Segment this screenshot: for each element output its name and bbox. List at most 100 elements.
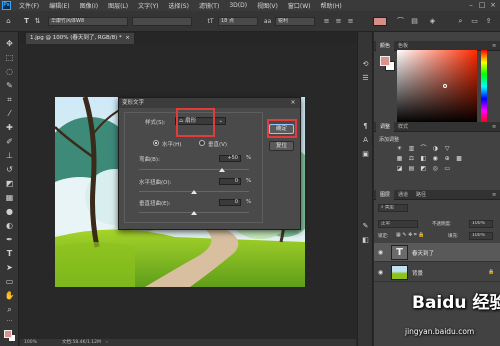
- character-icon[interactable]: A: [361, 136, 370, 145]
- tab-paths[interactable]: 路径: [412, 190, 430, 200]
- opacity-field[interactable]: 100%: [469, 220, 493, 228]
- bend-value-field[interactable]: +50: [219, 155, 241, 162]
- invert-icon[interactable]: ◪: [395, 165, 404, 172]
- dialog-title-bar[interactable]: 变形文字: [119, 98, 300, 108]
- text-orientation-icon[interactable]: ⇅: [33, 17, 42, 26]
- dialog-close-icon[interactable]: ×: [289, 99, 297, 107]
- share-icon[interactable]: ⇪: [484, 17, 493, 26]
- blur-tool-icon[interactable]: ●: [4, 206, 15, 217]
- layer-row-text[interactable]: ◉ T 春天到了: [374, 243, 500, 262]
- tab-styles[interactable]: 样式: [394, 122, 412, 132]
- hue-slider[interactable]: [481, 50, 487, 123]
- align-center-icon[interactable]: ≡: [334, 17, 343, 26]
- color-lookup-icon[interactable]: ▩: [455, 155, 464, 162]
- tab-color[interactable]: 颜色: [376, 41, 395, 51]
- menu-type[interactable]: 文字(Y): [133, 1, 163, 10]
- gradient-tool-icon[interactable]: ▦: [4, 192, 15, 203]
- eyedropper-tool-icon[interactable]: ⁄: [4, 108, 15, 119]
- minimize-icon[interactable]: –: [466, 1, 476, 10]
- type-tool-icon[interactable]: T: [22, 17, 31, 26]
- history-icon[interactable]: ⟲: [361, 60, 370, 69]
- menu-view[interactable]: 视图(V): [252, 1, 283, 10]
- bend-slider[interactable]: [139, 169, 249, 170]
- shape-tool-icon[interactable]: ▭: [4, 276, 15, 287]
- font-size-select[interactable]: 18 点: [218, 17, 258, 26]
- vertical-distortion-field[interactable]: 0: [219, 199, 241, 206]
- crop-tool-icon[interactable]: ⌗: [4, 94, 15, 105]
- move-tool-icon[interactable]: ✥: [4, 38, 15, 49]
- layer-name[interactable]: 背景: [412, 269, 423, 277]
- channel-mixer-icon[interactable]: ⊕: [443, 155, 452, 162]
- marquee-tool-icon[interactable]: ⬚: [4, 52, 15, 63]
- anti-alias-select[interactable]: 锐利: [275, 17, 315, 26]
- menu-select[interactable]: 选择(S): [163, 1, 194, 10]
- vibrance-icon[interactable]: ▽: [443, 145, 452, 152]
- menu-edit[interactable]: 编辑(E): [44, 1, 74, 10]
- adjustments-menu-icon[interactable]: ≡: [488, 122, 500, 132]
- vertical-distortion-handle[interactable]: [191, 211, 197, 215]
- gradient-map-icon[interactable]: ▭: [443, 165, 452, 172]
- hand-tool-icon[interactable]: ✋: [4, 290, 15, 301]
- eraser-tool-icon[interactable]: ◩: [4, 178, 15, 189]
- layer-name[interactable]: 春天到了: [412, 249, 434, 257]
- brush-tool-icon[interactable]: ✐: [4, 136, 15, 147]
- home-icon[interactable]: ⌂: [4, 17, 13, 26]
- hue-saturation-icon[interactable]: ▦: [395, 155, 404, 162]
- paragraph-icon[interactable]: ¶: [361, 122, 370, 131]
- blend-mode-select[interactable]: 正常: [378, 220, 418, 228]
- brush-settings-icon[interactable]: ✎: [361, 222, 370, 231]
- horizontal-distortion-handle[interactable]: [191, 190, 197, 194]
- maximize-icon[interactable]: □: [477, 1, 487, 10]
- color-field[interactable]: [397, 50, 477, 123]
- bend-slider-handle[interactable]: [218, 168, 225, 172]
- visibility-eye-icon[interactable]: ◉: [377, 249, 384, 256]
- warp-text-icon[interactable]: ⌒: [396, 17, 405, 26]
- visibility-eye-icon[interactable]: ◉: [377, 269, 384, 276]
- menu-layer[interactable]: 图层(L): [103, 1, 133, 10]
- document-tab[interactable]: 1.jpg @ 100% (春天到了, RGB/8) * ×: [26, 33, 134, 44]
- menu-3d[interactable]: 3D(D): [224, 2, 252, 9]
- photo-filter-icon[interactable]: ◉: [431, 155, 440, 162]
- swatch-icon[interactable]: ◧: [361, 236, 370, 245]
- type-tool-icon-left[interactable]: T: [4, 248, 15, 259]
- align-right-icon[interactable]: ≡: [346, 17, 355, 26]
- layer-kind-filter[interactable]: ⌕ 类型: [378, 204, 408, 212]
- black-white-icon[interactable]: ◧: [419, 155, 428, 162]
- align-left-icon[interactable]: ≡: [322, 17, 331, 26]
- brightness-icon[interactable]: ☀: [395, 145, 404, 152]
- menu-file[interactable]: 文件(F): [14, 1, 44, 10]
- history-brush-tool-icon[interactable]: ↺: [4, 164, 15, 175]
- posterize-icon[interactable]: ▤: [407, 165, 416, 172]
- color-fg-swatch[interactable]: [380, 56, 390, 66]
- color-picker-marker[interactable]: [443, 84, 447, 88]
- reset-button[interactable]: 复位: [269, 141, 294, 151]
- zoom-level[interactable]: 100%: [24, 339, 37, 346]
- vertical-radio[interactable]: [199, 140, 205, 146]
- font-family-select[interactable]: 华康竹风体W8: [48, 17, 128, 26]
- libraries-icon[interactable]: ▣: [361, 150, 370, 159]
- color-balance-icon[interactable]: ⚖: [407, 155, 416, 162]
- path-select-tool-icon[interactable]: ➤: [4, 262, 15, 273]
- levels-icon[interactable]: ▥: [407, 145, 416, 152]
- threshold-icon[interactable]: ◩: [419, 165, 428, 172]
- selective-color-icon[interactable]: ◎: [431, 165, 440, 172]
- pen-tool-icon[interactable]: ✒: [4, 234, 15, 245]
- lasso-tool-icon[interactable]: ◌: [4, 66, 15, 77]
- horizontal-distortion-field[interactable]: 0: [219, 178, 241, 185]
- healing-brush-tool-icon[interactable]: ✚: [4, 122, 15, 133]
- layers-menu-icon[interactable]: ≡: [488, 190, 500, 200]
- panel-menu-icon[interactable]: ≡: [488, 41, 500, 51]
- text-color-swatch[interactable]: [373, 17, 387, 26]
- lock-icons[interactable]: ▦ ✎ ✥ ⌗ 🔒: [396, 232, 425, 238]
- menu-filter[interactable]: 滤镜(T): [194, 1, 224, 10]
- tab-channels[interactable]: 通道: [394, 190, 412, 200]
- exposure-icon[interactable]: ◑: [431, 145, 440, 152]
- fill-field[interactable]: 100%: [469, 232, 493, 240]
- tab-layers[interactable]: 图层: [376, 190, 395, 200]
- horizontal-radio[interactable]: [153, 140, 159, 146]
- close-tab-icon[interactable]: ×: [123, 35, 130, 41]
- status-arrow-icon[interactable]: ›: [106, 339, 108, 346]
- workspace-icon[interactable]: ▭: [470, 17, 479, 26]
- menu-image[interactable]: 图像(I): [75, 1, 103, 10]
- properties-icon[interactable]: ☰: [361, 74, 370, 83]
